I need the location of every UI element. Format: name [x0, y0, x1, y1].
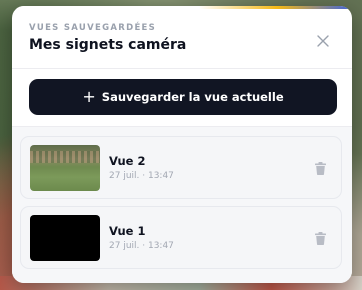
trash-icon [314, 161, 326, 175]
save-current-view-button[interactable]: + Sauvegarder la vue actuelle [29, 79, 337, 115]
panel-title: Mes signets caméra [29, 37, 187, 53]
bookmark-date: 27 juil. · 13:47 [109, 171, 174, 181]
trash-icon [314, 231, 326, 245]
panel-accent-bar [12, 6, 352, 9]
delete-bookmark-button[interactable] [312, 159, 328, 177]
bookmark-thumbnail [30, 215, 100, 261]
bookmark-card-vue-2[interactable]: Vue 2 27 juil. · 13:47 [20, 136, 342, 199]
bookmark-date: 27 juil. · 13:47 [109, 241, 174, 251]
bookmark-title: Vue 1 [109, 224, 146, 238]
bookmark-thumbnail [30, 145, 100, 191]
close-icon [317, 35, 329, 47]
plus-icon: + [82, 86, 96, 106]
bookmark-title: Vue 2 [109, 154, 146, 168]
panel-eyebrow: VUES SAUVEGARDÉES [29, 23, 157, 33]
close-button[interactable] [312, 30, 334, 52]
bookmarks-panel: VUES SAUVEGARDÉES Mes signets caméra + S… [12, 6, 352, 283]
save-button-label: Sauvegarder la vue actuelle [101, 90, 284, 104]
bookmark-list: Vue 2 27 juil. · 13:47 Vue 1 27 juil. · … [12, 127, 352, 283]
delete-bookmark-button[interactable] [312, 229, 328, 247]
bookmark-card-vue-1[interactable]: Vue 1 27 juil. · 13:47 [20, 206, 342, 269]
header-divider [12, 68, 352, 69]
